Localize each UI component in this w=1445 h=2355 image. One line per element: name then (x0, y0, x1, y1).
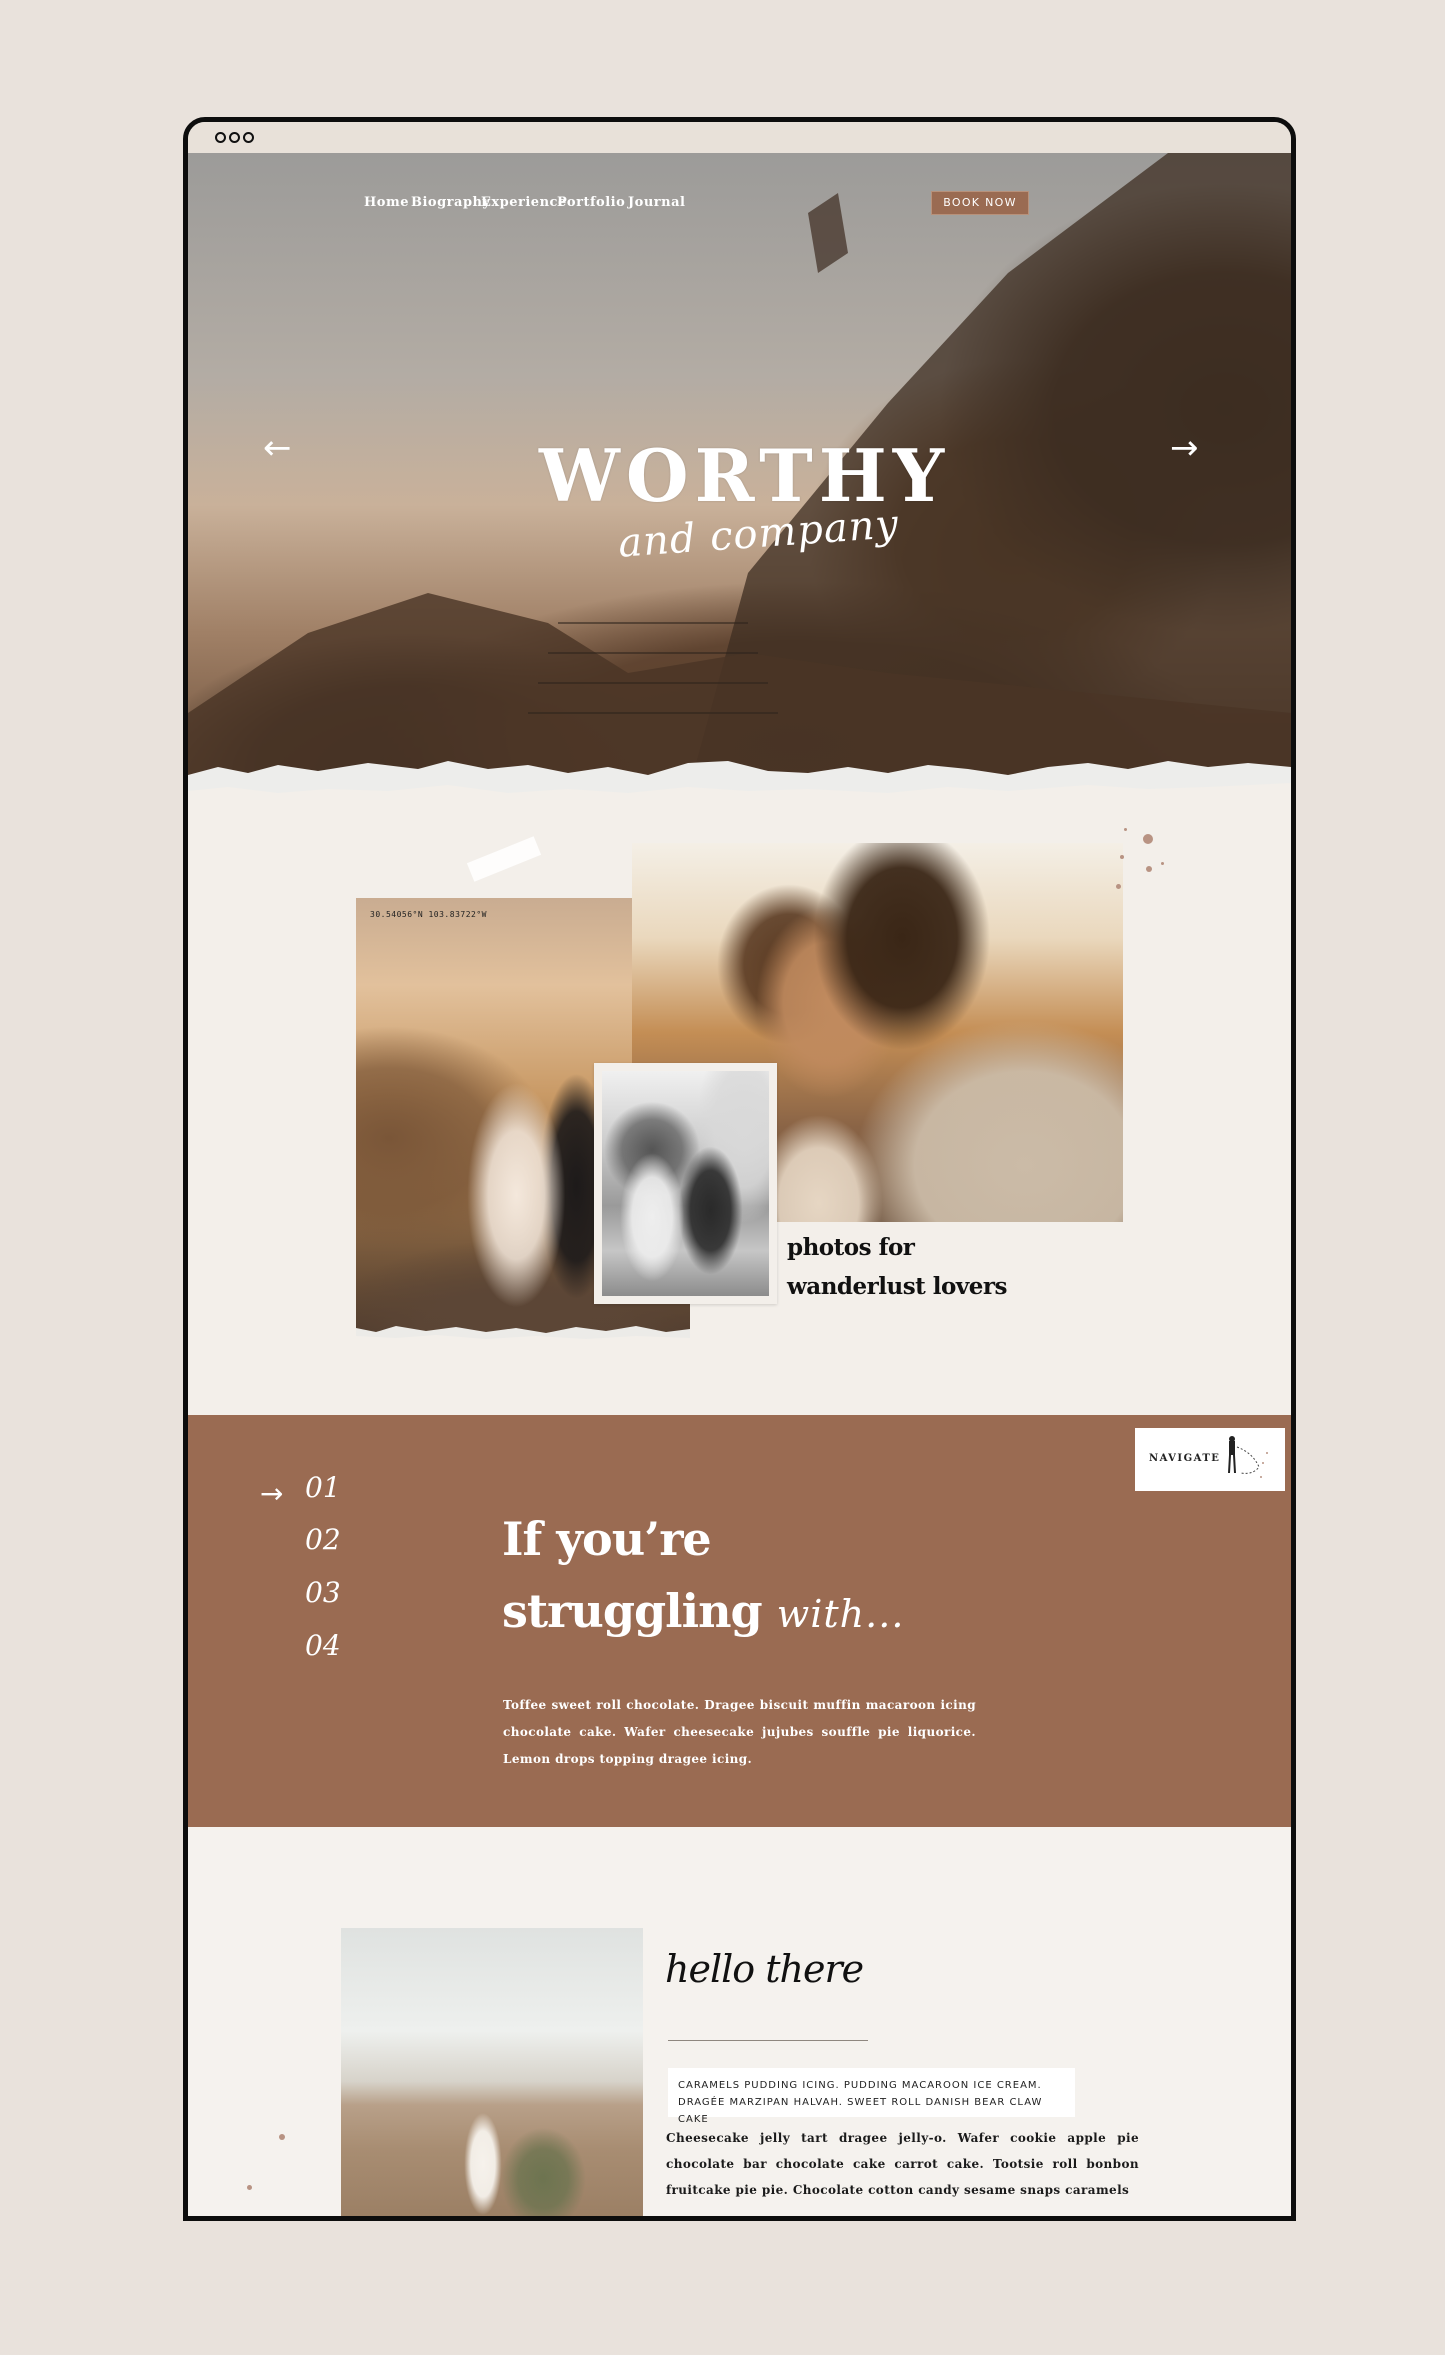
prev-slide-arrow-icon[interactable]: ← (263, 431, 292, 465)
step-02[interactable]: 02 (305, 1523, 341, 1556)
window-dot-icon[interactable] (229, 132, 240, 143)
tape-decoration (466, 836, 542, 882)
step-01[interactable]: 01 (305, 1471, 341, 1504)
nav-journal[interactable]: Journal (628, 195, 685, 210)
struggle-body: Toffee sweet roll chocolate. Dragee bisc… (503, 1698, 976, 1766)
torn-paper-edge (188, 761, 1291, 793)
nav-portfolio[interactable]: Portfolio (557, 195, 625, 210)
paint-splatter (1143, 834, 1153, 844)
hero-banner: Home Biography Experience Portfolio Jour… (188, 153, 1291, 793)
heading-line-1: If you’re (502, 1512, 712, 1566)
paint-splatter (247, 2185, 252, 2190)
about-section: hello there CARAMELS PUDDING ICING. PUDD… (188, 1827, 1291, 2216)
about-greeting: hello there (665, 1947, 864, 1991)
nav-experience[interactable]: Experience (481, 195, 567, 210)
book-now-button[interactable]: BOOK NOW (931, 191, 1029, 215)
photo-bw-frame (594, 1063, 777, 1304)
highlight-line-1: CARAMELS PUDDING ICING. PUDDING MACAROON… (678, 2080, 1042, 2091)
struggle-section: NAVIGATE → 01 02 03 04 If you’re struggl… (188, 1415, 1291, 1827)
paint-splatter (1124, 828, 1127, 831)
caption-line-1: photos for (787, 1234, 915, 1261)
step-03[interactable]: 03 (305, 1576, 341, 1609)
gps-coordinates: 30.54056°N 103.83722°W (370, 910, 487, 919)
photo-woman-desert (341, 1928, 643, 2216)
window-dot-icon[interactable] (215, 132, 226, 143)
about-highlight-box: CARAMELS PUDDING ICING. PUDDING MACAROON… (668, 2068, 1075, 2125)
highlight-line-2: DRAGÉE MARZIPAN HALVAH. SWEET ROLL DANIS… (678, 2097, 1043, 2125)
paint-splatter (1146, 866, 1152, 872)
greeting-divider (668, 2040, 868, 2041)
struggle-heading: If you’re struggling with... (502, 1503, 904, 1650)
nav-home[interactable]: Home (364, 195, 409, 210)
next-slide-arrow-icon[interactable]: → (1170, 431, 1199, 465)
paint-splatter (279, 2134, 285, 2140)
step-04[interactable]: 04 (305, 1629, 341, 1662)
paint-splatter (1116, 884, 1121, 889)
photo-torn-edge (356, 1326, 690, 1344)
explorer-illustration-icon (1228, 1436, 1268, 1478)
paint-splatter (1161, 862, 1164, 865)
active-step-arrow-icon: → (260, 1477, 284, 1510)
heading-script: with... (776, 1592, 905, 1636)
heading-line-2: struggling with... (502, 1575, 904, 1650)
about-body: Cheesecake jelly tart dragee jelly-o. Wa… (666, 2131, 1139, 2197)
navigate-card[interactable]: NAVIGATE (1135, 1428, 1285, 1491)
photo-couple-street-bw (602, 1071, 769, 1296)
browser-chrome (188, 122, 1291, 153)
window-dot-icon[interactable] (243, 132, 254, 143)
gallery-caption: photos for wanderlust lovers (787, 1228, 1007, 1306)
main-nav: Home Biography Experience Portfolio Jour… (188, 191, 1291, 221)
caption-line-2: wanderlust lovers (787, 1273, 1007, 1300)
browser-frame: Home Biography Experience Portfolio Jour… (183, 117, 1296, 2221)
highlight-text: CARAMELS PUDDING ICING. PUDDING MACAROON… (678, 2077, 1075, 2128)
navigate-label: NAVIGATE (1149, 1453, 1221, 1464)
heading-word: struggling (502, 1584, 763, 1638)
nav-biography[interactable]: Biography (411, 195, 491, 210)
paint-splatter (1120, 855, 1124, 859)
